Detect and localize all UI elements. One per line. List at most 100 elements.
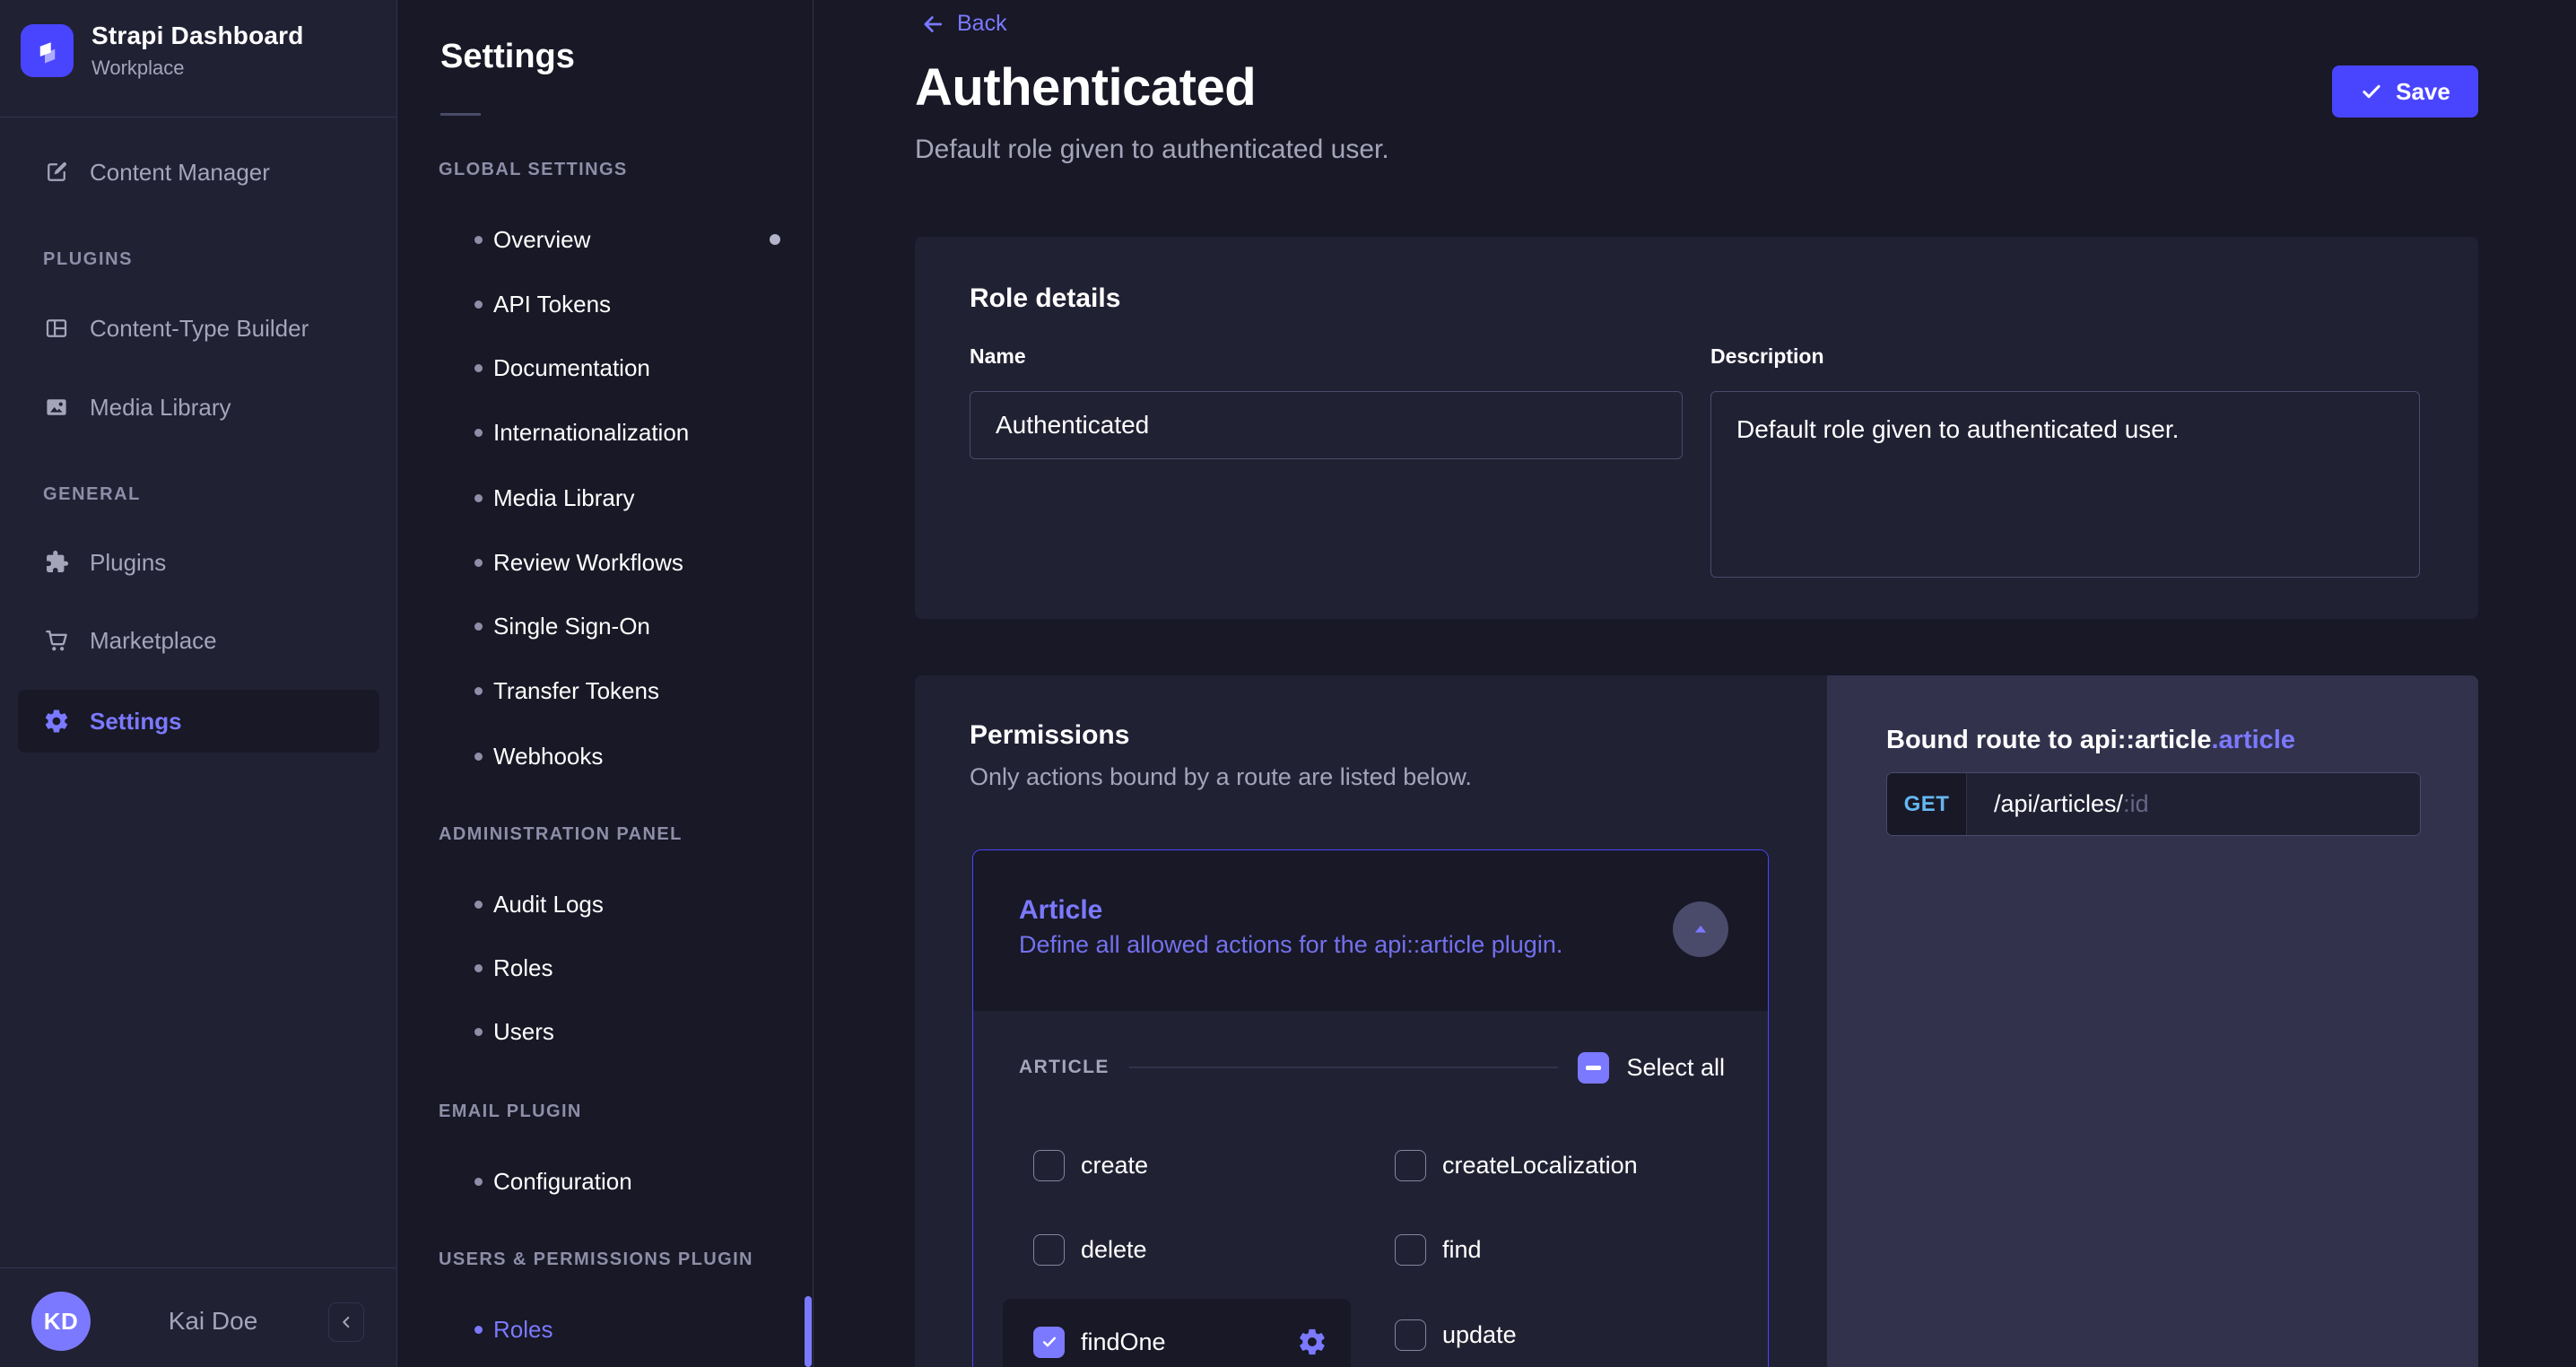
minus-icon (1586, 1065, 1602, 1070)
delete-checkbox[interactable] (1033, 1234, 1065, 1266)
description-label: Description (1710, 344, 1824, 368)
bullet-icon (474, 428, 483, 437)
media-library-icon (41, 392, 72, 422)
accordion-title: Article (1019, 895, 1103, 925)
collapse-nav-button[interactable] (328, 1302, 364, 1342)
subnav-section-email-plugin: EMAIL PLUGIN (439, 1101, 582, 1121)
settings-subnav: Settings GLOBAL SETTINGS Overview API To… (397, 0, 814, 1367)
subnav-item-audit-logs[interactable]: Audit Logs (397, 883, 813, 926)
avatar[interactable]: KD (31, 1292, 91, 1351)
bound-route-panel: Bound route to api::article.article GET … (1827, 675, 2478, 1367)
nav-item-label: Marketplace (90, 626, 217, 654)
bullet-icon (474, 686, 483, 695)
nav-item-settings[interactable]: Settings (18, 690, 379, 753)
nav-item-plugins[interactable]: Plugins (0, 539, 396, 586)
subnav-item-up-roles[interactable]: Roles (397, 1308, 813, 1351)
accordion-description: Define all allowed actions for the api::… (1019, 931, 1563, 958)
permissions-heading: Permissions (970, 720, 1130, 750)
http-method-badge: GET (1887, 773, 1967, 835)
settings-gear-icon (41, 706, 72, 736)
article-group-row: ARTICLE Select all (1019, 1040, 1725, 1095)
findone-checkbox[interactable] (1033, 1326, 1065, 1358)
subnav-item-transfer-tokens[interactable]: Transfer Tokens (397, 669, 813, 712)
strapi-logo-icon (21, 24, 74, 77)
bullet-icon (474, 1027, 483, 1036)
back-link[interactable]: Back (920, 11, 1007, 37)
bullet-icon (474, 622, 483, 631)
nav-section-general: GENERAL (43, 484, 141, 504)
bound-route-highlight: .article (2211, 726, 2296, 754)
collapse-accordion-button[interactable] (1673, 901, 1728, 957)
nav-item-content-type-builder[interactable]: Content-Type Builder (0, 305, 396, 352)
nav-item-label: Content Manager (90, 158, 270, 186)
subnav-item-internationalization[interactable]: Internationalization (397, 411, 813, 454)
article-accordion-body: ARTICLE Select all create createLocaliza… (973, 1011, 1768, 1367)
role-details-card: Role details Name Description Default ro… (915, 237, 2478, 619)
bullet-icon (474, 558, 483, 567)
permissions-card: Permissions Only actions bound by a rout… (915, 675, 1827, 1367)
plugins-icon (41, 547, 72, 578)
page-title: Authenticated (915, 58, 1257, 117)
notification-dot-icon (770, 234, 780, 245)
subnav-item-overview[interactable]: Overview (397, 218, 813, 261)
subnav-item-review-workflows[interactable]: Review Workflows (397, 541, 813, 584)
brand[interactable]: Strapi Dashboard Workplace (21, 22, 304, 80)
nav-item-label: Content-Type Builder (90, 314, 309, 342)
update-checkbox[interactable] (1395, 1319, 1426, 1351)
role-details-heading: Role details (970, 283, 1121, 313)
bullet-icon (474, 1325, 483, 1334)
permission-delete: delete (1033, 1234, 1147, 1266)
bullet-icon (474, 235, 483, 244)
subnav-item-api-tokens[interactable]: API Tokens (397, 283, 813, 326)
nav-item-label: Settings (90, 707, 182, 735)
save-button[interactable]: Save (2332, 65, 2478, 118)
nav-item-content-manager[interactable]: Content Manager (0, 149, 396, 196)
bullet-icon (474, 363, 483, 372)
subnav-item-configuration[interactable]: Configuration (397, 1160, 813, 1203)
find-checkbox[interactable] (1395, 1234, 1426, 1266)
subnav-item-documentation[interactable]: Documentation (397, 346, 813, 389)
subnav-item-media-library[interactable]: Media Library (397, 476, 813, 519)
nav-section-plugins: PLUGINS (43, 249, 134, 269)
description-field-group: Description Default role given to authen… (1710, 344, 2420, 582)
permissions-subtitle: Only actions bound by a route are listed… (970, 763, 1472, 790)
back-arrow-icon (920, 12, 945, 37)
permission-createlocalization: createLocalization (1395, 1150, 1638, 1181)
name-input[interactable] (970, 391, 1683, 459)
nav-item-label: Plugins (90, 548, 167, 576)
subnav-section-users-permissions-plugin: USERS & PERMISSIONS PLUGIN (439, 1249, 753, 1269)
nav-item-media-library[interactable]: Media Library (0, 384, 396, 431)
article-accordion-header[interactable]: Article Define all allowed actions for t… (973, 850, 1768, 1011)
bound-route-title: Bound route to api::article.article (1886, 726, 2296, 754)
subnav-item-single-sign-on[interactable]: Single Sign-On (397, 605, 813, 648)
content-type-builder-icon (41, 313, 72, 344)
bullet-icon (474, 300, 483, 309)
nav-divider (0, 117, 396, 118)
description-textarea[interactable]: Default role given to authenticated user… (1710, 391, 2420, 578)
article-accordion: Article Define all allowed actions for t… (972, 849, 1769, 1367)
subnav-item-users[interactable]: Users (397, 1010, 813, 1053)
subnav-divider (440, 113, 481, 116)
nav-item-marketplace[interactable]: Marketplace (0, 617, 396, 664)
create-checkbox[interactable] (1033, 1150, 1065, 1181)
subnav-item-webhooks[interactable]: Webhooks (397, 735, 813, 778)
name-label: Name (970, 344, 1026, 368)
page-subtitle: Default role given to authenticated user… (915, 135, 1389, 164)
permission-update: update (1395, 1319, 1517, 1351)
subnav-scrollbar-thumb[interactable] (805, 1296, 812, 1367)
name-field-group: Name (970, 344, 1683, 459)
findone-settings-gear-icon[interactable] (1297, 1327, 1327, 1357)
subnav-section-global-settings: GLOBAL SETTINGS (439, 160, 628, 179)
strapi-app: Strapi Dashboard Workplace Content Manag… (0, 0, 2576, 1367)
group-label: ARTICLE (1019, 1057, 1110, 1077)
bullet-icon (474, 900, 483, 909)
createlocalization-checkbox[interactable] (1395, 1150, 1426, 1181)
nav-bottom-divider (0, 1267, 396, 1268)
user-row: KD Kai Doe (0, 1292, 396, 1351)
subnav-section-administration-panel: ADMINISTRATION PANEL (439, 824, 683, 844)
subnav-title: Settings (440, 38, 575, 75)
select-all-checkbox[interactable] (1578, 1051, 1610, 1084)
subnav-item-admin-roles[interactable]: Roles (397, 946, 813, 989)
permission-findone-selected: findOne (1003, 1299, 1351, 1367)
route-box: GET /api/articles/:id (1886, 772, 2421, 836)
